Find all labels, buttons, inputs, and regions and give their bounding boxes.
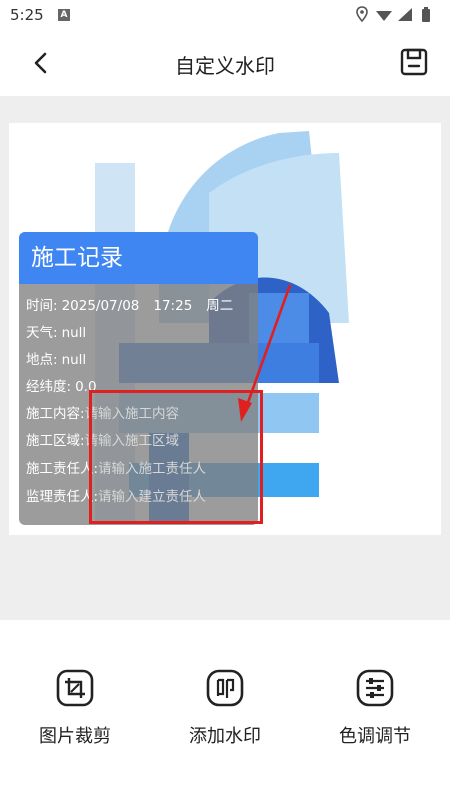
watermark-location-row: 地点: null [26,348,86,368]
wifi-icon [376,11,392,21]
page-title: 自定义水印 [175,54,275,78]
location-label: 地点: [26,352,58,368]
date-value: 2025/07/08 [61,298,140,314]
save-button[interactable] [398,46,430,78]
app-notification-icon: A [58,9,70,21]
color-adjust-button[interactable]: 色调调节 [320,668,430,748]
battery-icon [422,7,430,22]
annotation-highlight-box [89,390,263,524]
status-icons [356,6,442,28]
sliders-icon [355,668,395,708]
crop-icon [55,668,95,708]
weekday-value: 周二 [206,298,234,314]
save-icon [400,48,428,76]
add-watermark-label: 添加水印 [189,726,261,747]
bottom-toolbar: 图片裁剪 添加水印 色调调节 [0,620,450,800]
chevron-left-icon [34,52,47,74]
watermark-coords-row: 经纬度: 0.0 [26,375,97,395]
location-value: null [61,352,87,368]
watermark-time-row: 时间: 2025/07/08 17:25 周二 [26,294,233,314]
status-time: 5:25 [10,6,44,24]
content-label: 施工内容: [26,406,85,422]
crop-button[interactable]: 图片裁剪 [20,668,130,748]
time-label: 时间: [26,298,58,314]
back-button[interactable] [26,48,56,78]
coords-label: 经纬度: [26,379,72,395]
watermark-weather-row: 天气: null [26,321,86,341]
watermark-stamp-icon [205,668,245,708]
location-icon [356,6,368,23]
add-watermark-button[interactable]: 添加水印 [170,668,280,748]
status-bar: 5:25 A [0,0,450,30]
crop-label: 图片裁剪 [39,726,111,747]
color-adjust-label: 色调调节 [339,726,411,747]
signal-icon [398,8,412,21]
time-value: 17:25 [153,298,193,314]
area-label: 施工区域: [26,433,85,449]
weather-value: null [61,325,87,341]
supervisor-label: 监理责任人: [26,489,99,505]
weather-label: 天气: [26,325,58,341]
watermark-title: 施工记录 [19,232,258,284]
title-bar: 自定义水印 [0,30,450,96]
responsible-label: 施工责任人: [26,461,99,477]
